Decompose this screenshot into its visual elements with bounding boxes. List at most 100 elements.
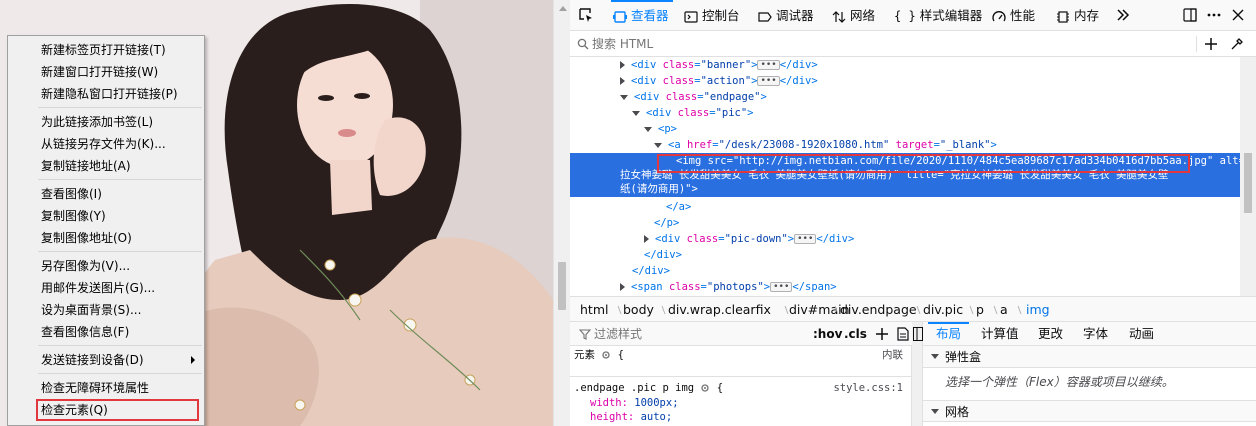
gear-icon[interactable] <box>700 383 710 393</box>
tab-layout[interactable]: 布局 <box>927 322 970 346</box>
css-declaration[interactable]: width: 1000px; <box>590 396 679 410</box>
flexbox-section-header[interactable]: 弹性盒 <box>923 346 1256 368</box>
attr-value[interactable]: "action" <box>701 75 752 87</box>
menu-item-set-desktop-background[interactable]: 设为桌面背景(S)... <box>9 299 203 321</box>
twisty-collapsed-icon[interactable] <box>644 235 649 243</box>
page-scrollbar[interactable] <box>553 0 570 426</box>
dock-side-icon[interactable] <box>1182 7 1198 23</box>
menu-item-copy-image-address[interactable]: 复制图像地址(O) <box>9 227 203 249</box>
css-declaration[interactable]: height: auto; <box>590 410 672 424</box>
ellipsis-badge[interactable]: ••• <box>770 282 793 292</box>
attr-name[interactable]: class <box>663 59 695 71</box>
menu-item-copy-link[interactable]: 复制链接地址(A) <box>9 155 203 177</box>
pane-splitter[interactable] <box>912 322 923 426</box>
menu-item-open-link-new-tab[interactable]: 新建标签页打开链接(T) <box>9 39 203 61</box>
attr-value[interactable]: "/desk/23008-1920x1080.htm" <box>719 139 890 151</box>
tab-changes[interactable]: 更改 <box>1038 322 1063 346</box>
tab-computed[interactable]: 计算值 <box>981 322 1019 346</box>
menu-item-copy-image[interactable]: 复制图像(Y) <box>9 205 203 227</box>
breadcrumb-item[interactable]: div.pic <box>923 297 963 322</box>
menu-item-save-link-as[interactable]: 从链接另存文件为(K)... <box>9 133 203 155</box>
menu-item-open-link-new-window[interactable]: 新建窗口打开链接(W) <box>9 61 203 83</box>
ellipsis-badge[interactable]: ••• <box>794 234 817 244</box>
twisty-collapsed-icon[interactable] <box>620 61 625 69</box>
hover-state-toggle[interactable]: :hov <box>813 322 842 346</box>
twisty-expanded-icon[interactable] <box>632 110 640 116</box>
markup-scrollbar[interactable] <box>1240 57 1256 296</box>
breadcrumb-item[interactable]: body <box>623 297 654 322</box>
tab-console[interactable]: 控制台 <box>684 0 740 31</box>
class-toggle[interactable]: .cls <box>844 322 867 346</box>
markup-node-banner[interactable]: <div class="banner"> ••• </div> <box>570 57 1240 73</box>
css-value[interactable]: 1000px; <box>634 397 678 409</box>
toggle-sidebar-icon[interactable] <box>913 327 923 341</box>
filter-styles-input[interactable] <box>594 324 794 344</box>
markup-node-div-close[interactable]: </div> <box>570 247 1240 263</box>
markup-node-pic[interactable]: <div class="pic"> <box>570 105 1240 121</box>
attr-value[interactable]: "pic-down" <box>725 233 788 245</box>
gear-icon[interactable] <box>601 350 611 360</box>
twisty-expanded-icon[interactable] <box>654 142 662 148</box>
scroll-up-arrow-icon[interactable] <box>559 6 567 11</box>
add-rule-icon[interactable] <box>875 327 889 341</box>
attr-value[interactable]: "pic" <box>716 107 748 119</box>
tab-performance[interactable]: 性能 <box>992 0 1035 31</box>
markup-node-endpage[interactable]: <div class="endpage"> <box>570 89 1240 105</box>
markup-node-a[interactable]: <a href="/desk/23008-1920x1080.htm" targ… <box>570 137 1240 153</box>
menu-item-view-image[interactable]: 查看图像(I) <box>9 183 203 205</box>
breadcrumb-item[interactable]: div.wrap.clearfix <box>668 297 771 322</box>
grid-section-header[interactable]: 网格 <box>923 400 1256 422</box>
scrollbar-thumb[interactable] <box>558 262 566 310</box>
attr-value[interactable]: "photops" <box>707 281 764 293</box>
attr-value[interactable]: "_blank" <box>940 139 991 151</box>
breadcrumb-item[interactable]: a <box>1000 297 1008 322</box>
close-icon[interactable] <box>1230 7 1246 23</box>
attr-name[interactable]: href <box>687 139 712 151</box>
eyedropper-icon[interactable] <box>1230 37 1244 51</box>
breadcrumb-item-current[interactable]: img <box>1026 297 1050 322</box>
css-property[interactable]: height: <box>590 411 634 423</box>
menu-item-send-link-to-device[interactable]: 发送链接到设备(D) <box>9 349 203 371</box>
tab-animations[interactable]: 动画 <box>1129 322 1154 346</box>
tab-inspector[interactable]: 查看器 <box>611 0 673 31</box>
attr-name[interactable]: target <box>896 139 934 151</box>
print-media-icon[interactable] <box>897 327 909 341</box>
tab-debugger[interactable]: 调试器 <box>758 0 814 31</box>
overflow-menu-icon[interactable] <box>1206 7 1222 23</box>
attr-name[interactable]: class <box>669 281 701 293</box>
menu-item-bookmark-link[interactable]: 为此链接添加书签(L) <box>9 111 203 133</box>
attr-name[interactable]: class <box>678 107 710 119</box>
tab-style-editor[interactable]: { } 样式编辑器 <box>894 0 982 31</box>
ellipsis-badge[interactable]: ••• <box>757 76 780 86</box>
css-value[interactable]: auto; <box>641 411 673 423</box>
add-node-icon[interactable] <box>1204 37 1218 51</box>
attr-name[interactable]: class <box>687 233 719 245</box>
markup-node-photops[interactable]: <span class="photops"> ••• </span> <box>570 279 1240 295</box>
breadcrumb-item[interactable]: html <box>580 297 608 322</box>
stylesheet-link[interactable]: style.css:1 <box>833 381 903 395</box>
menu-item-save-image-as[interactable]: 另存图像为(V)... <box>9 255 203 277</box>
tab-memory[interactable]: 内存 <box>1056 0 1099 31</box>
twisty-collapsed-icon[interactable] <box>620 77 625 85</box>
tab-fonts[interactable]: 字体 <box>1083 322 1108 346</box>
twisty-expanded-icon[interactable] <box>644 126 652 132</box>
markup-node-p[interactable]: <p> <box>570 121 1240 137</box>
attr-name[interactable]: class <box>663 75 695 87</box>
scrollbar-thumb[interactable] <box>1244 153 1252 213</box>
element-picker-icon[interactable] <box>578 7 594 23</box>
markup-node-div-close[interactable]: </div> <box>570 263 1240 279</box>
css-property[interactable]: width: <box>590 397 628 409</box>
attr-value[interactable]: "endpage" <box>704 91 761 103</box>
more-tools-chevron-icon[interactable] <box>1115 7 1131 23</box>
attr-value[interactable]: "banner" <box>701 59 752 71</box>
menu-item-email-image[interactable]: 用邮件发送图片(G)... <box>9 277 203 299</box>
breadcrumb-item[interactable]: p <box>976 297 984 322</box>
search-html-input[interactable] <box>592 34 1172 54</box>
tab-network[interactable]: 网络 <box>832 0 875 31</box>
markup-view[interactable]: <div class="banner"> ••• </div> <div class… <box>570 57 1240 296</box>
markup-node-a-close[interactable]: </a> <box>570 199 1240 215</box>
menu-item-inspect-accessibility[interactable]: 检查无障碍环境属性 <box>9 377 203 399</box>
menu-item-open-link-private-window[interactable]: 新建隐私窗口打开链接(P) <box>9 83 203 105</box>
element-rule[interactable]: 元素 { <box>574 348 624 362</box>
css-rule[interactable]: .endpage .pic p img { <box>574 381 723 395</box>
